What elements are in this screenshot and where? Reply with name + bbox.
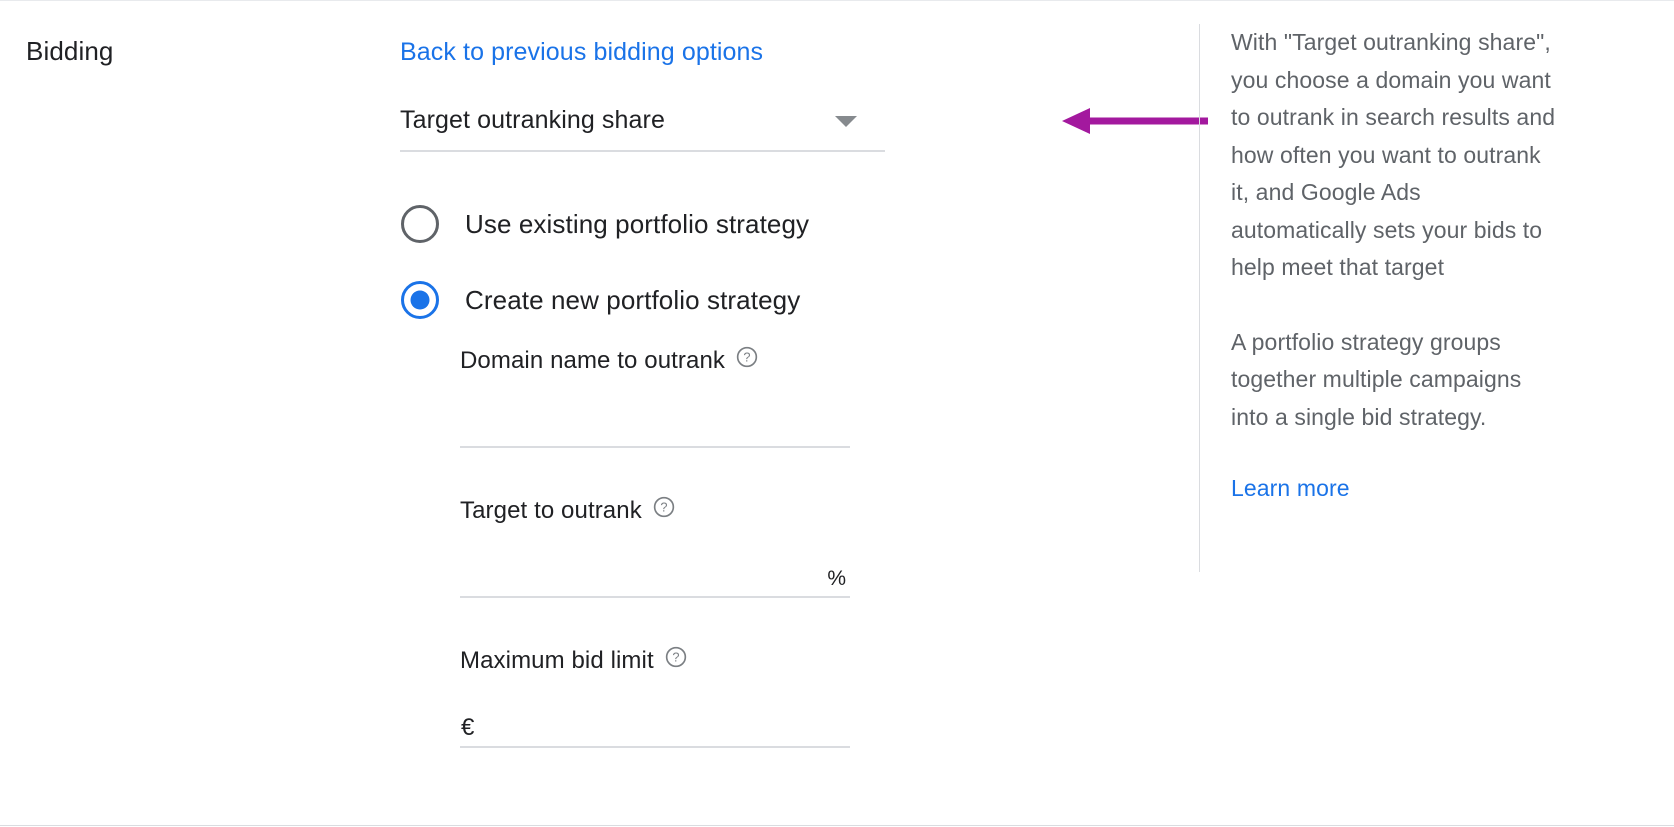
radio-label-use-existing: Use existing portfolio strategy <box>465 208 810 239</box>
help-circle-icon[interactable]: ? <box>736 346 758 368</box>
bidding-settings-panel: Bidding Back to previous bidding options… <box>0 0 1674 826</box>
target-to-outrank-input[interactable] <box>460 552 850 596</box>
info-paragraph-portfolio-description: A portfolio strategy groups together mul… <box>1231 328 1522 430</box>
input-wrap-domain-name <box>460 402 850 448</box>
radio-label-create-new: Create new portfolio strategy <box>465 284 801 315</box>
input-wrap-maximum-bid-limit: € <box>460 702 850 748</box>
svg-text:?: ? <box>672 649 679 664</box>
field-header: Target to outrank ? <box>460 496 850 526</box>
learn-more-link[interactable]: Learn more <box>1231 473 1350 503</box>
bid-strategy-select[interactable]: Target outranking share <box>400 104 885 152</box>
svg-text:?: ? <box>660 499 667 514</box>
bidding-form: Back to previous bidding options Target … <box>400 1 1208 827</box>
annotation-arrow-icon <box>1062 108 1208 134</box>
help-circle-icon[interactable]: ? <box>653 496 675 518</box>
domain-name-to-outrank-input[interactable] <box>460 402 850 446</box>
page-title: Bidding <box>26 36 114 66</box>
back-to-previous-bidding-options-link[interactable]: Back to previous bidding options <box>400 36 763 68</box>
input-wrap-target-to-outrank: % <box>460 552 850 598</box>
radio-create-new-portfolio-strategy[interactable]: Create new portfolio strategy <box>400 272 920 327</box>
radio-use-existing-portfolio-strategy[interactable]: Use existing portfolio strategy <box>400 196 920 251</box>
maximum-bid-limit-input[interactable] <box>460 702 850 746</box>
field-header: Maximum bid limit ? <box>460 646 850 676</box>
radio-checked-icon[interactable] <box>401 280 439 319</box>
portfolio-strategy-radio-group: Use existing portfolio strategy Create n… <box>400 196 920 327</box>
help-circle-icon[interactable]: ? <box>665 646 687 668</box>
field-target-to-outrank: Target to outrank ? % <box>460 496 850 598</box>
field-maximum-bid-limit: Maximum bid limit ? € <box>460 646 850 748</box>
help-info-panel: With "Target outranking share", you choo… <box>1199 24 1629 572</box>
field-label-maximum-bid-limit: Maximum bid limit <box>460 647 654 674</box>
percent-suffix: % <box>827 567 846 590</box>
field-domain-name-to-outrank: Domain name to outrank ? <box>460 346 850 448</box>
field-label-target-to-outrank: Target to outrank <box>460 497 642 524</box>
svg-text:?: ? <box>743 349 750 364</box>
field-header: Domain name to outrank ? <box>460 346 850 376</box>
bid-strategy-select-value: Target outranking share <box>400 106 665 134</box>
field-label-domain-name-to-outrank: Domain name to outrank <box>460 347 726 374</box>
info-paragraph-strategy-description: With "Target outranking share", you choo… <box>1231 29 1556 280</box>
radio-unchecked-icon[interactable] <box>401 204 439 243</box>
chevron-down-icon <box>835 116 857 127</box>
